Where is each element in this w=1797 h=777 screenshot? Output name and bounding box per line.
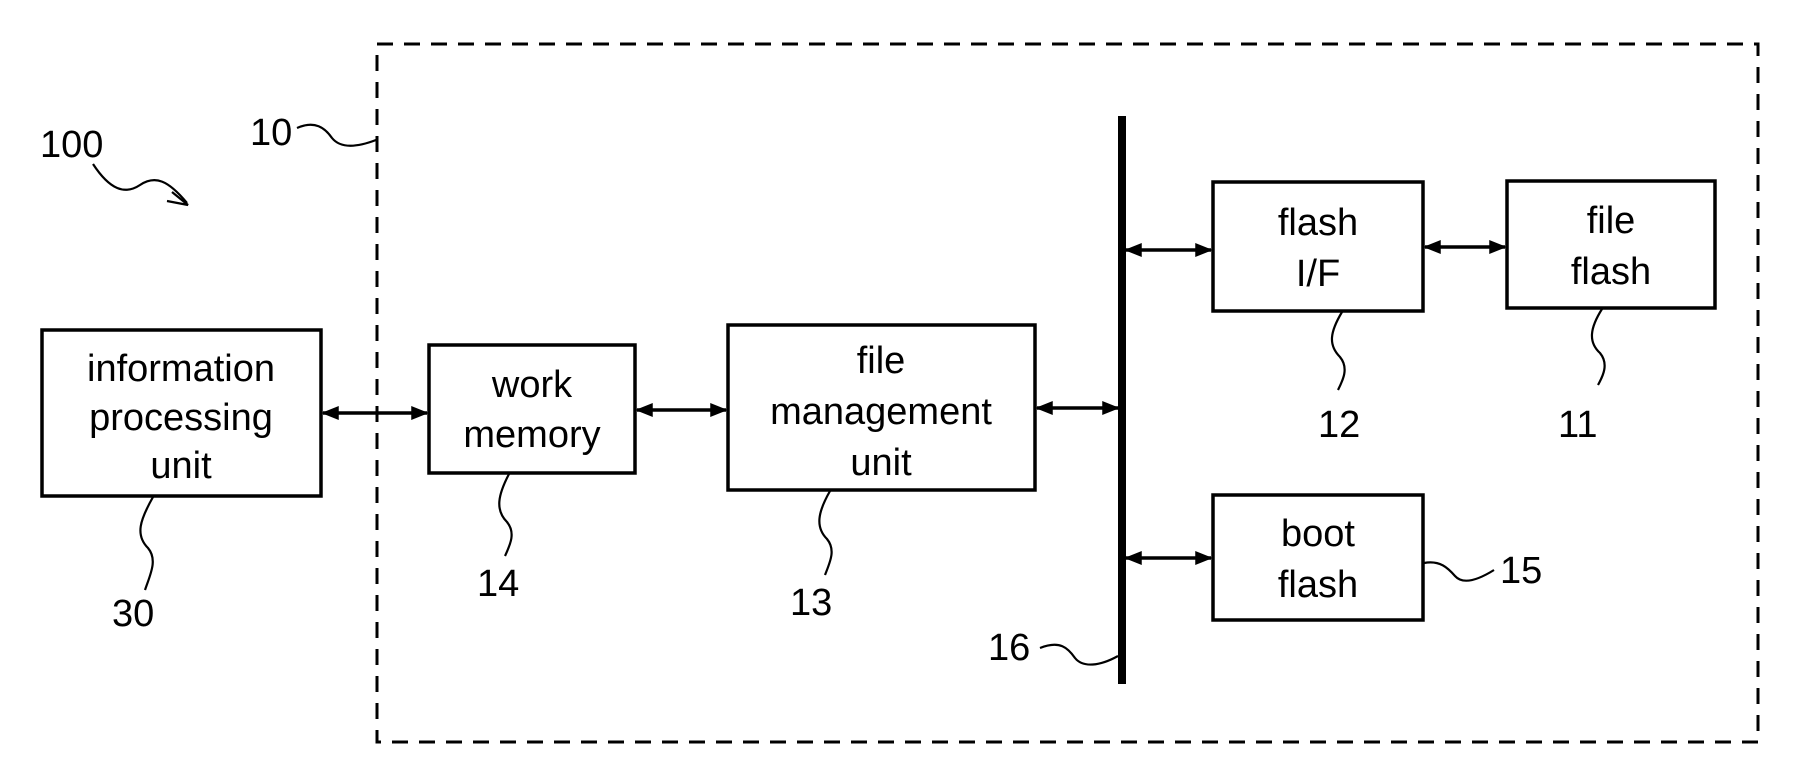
block-label: flash <box>1278 564 1358 606</box>
ref-leader-12 <box>1330 311 1346 391</box>
block-label: boot <box>1281 513 1355 555</box>
block-diagram: 100 10 16 information processing unit 30… <box>40 42 1760 744</box>
bus-ref-label: 16 <box>988 627 1030 669</box>
block-label: file <box>857 340 906 382</box>
system-ref-label: 100 <box>40 124 103 166</box>
block-file-management-unit: file management unit <box>726 323 1037 492</box>
block-boot-flash: boot flash <box>1211 493 1425 622</box>
ref-leader-15 <box>1423 561 1495 582</box>
ref-leader-30 <box>139 496 154 591</box>
block-label: unit <box>150 445 212 487</box>
block-label: work <box>491 364 573 406</box>
block-label: flash <box>1571 251 1651 293</box>
block-work-memory: work memory <box>427 343 637 475</box>
ref-label-12: 12 <box>1318 404 1360 446</box>
ref-label-11: 11 <box>1558 404 1597 446</box>
ref-leader-13 <box>818 490 833 576</box>
ref-leader-11 <box>1590 308 1606 386</box>
device-ref-leader <box>296 123 377 147</box>
block-information-processing-unit: information processing unit <box>40 328 323 498</box>
ref-label-15: 15 <box>1500 550 1542 592</box>
block-label: unit <box>850 442 912 484</box>
block-label: management <box>770 391 992 433</box>
block-label: file <box>1587 200 1636 242</box>
ref-label-13: 13 <box>790 582 832 624</box>
ref-leader-14 <box>498 473 513 557</box>
block-flash-interface: flash I/F <box>1211 180 1425 313</box>
block-label: I/F <box>1296 253 1340 295</box>
ref-label-14: 14 <box>477 563 519 605</box>
block-label: information <box>87 348 275 390</box>
block-file-flash: file flash <box>1505 179 1717 310</box>
ref-label-30: 30 <box>112 593 154 635</box>
device-ref-label: 10 <box>250 112 292 154</box>
block-label: flash <box>1278 202 1358 244</box>
block-label: memory <box>463 414 600 456</box>
system-ref-arrow <box>92 163 188 204</box>
bus-ref-leader <box>1039 643 1119 666</box>
block-label: processing <box>89 397 273 439</box>
